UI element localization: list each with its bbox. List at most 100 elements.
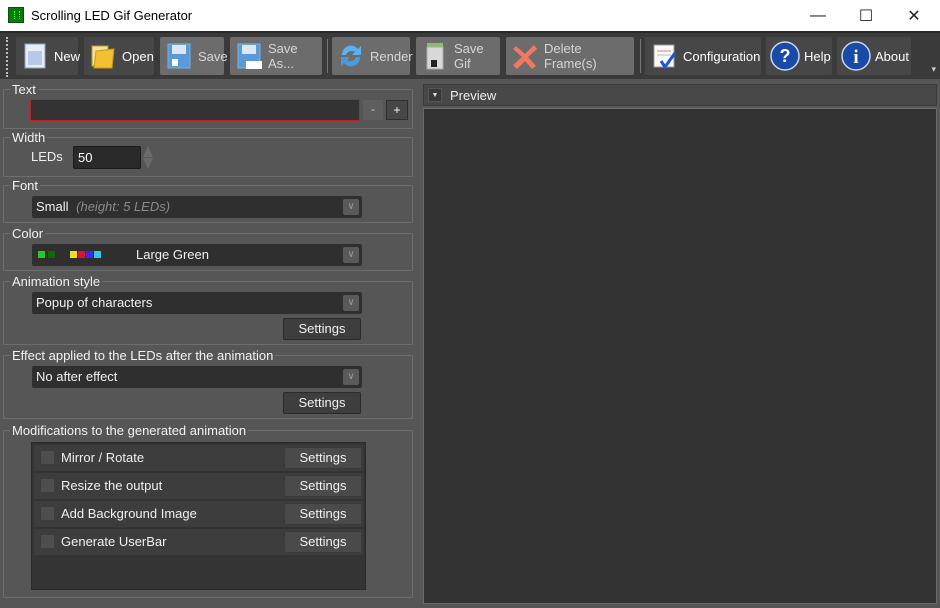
width-group-label: Width bbox=[10, 130, 48, 145]
save-as-icon bbox=[234, 41, 264, 71]
background-image-checkbox[interactable] bbox=[41, 507, 54, 520]
settings-panel: Text - + Width LEDs Font Small (height: … bbox=[0, 81, 418, 608]
help-label: Help bbox=[804, 48, 831, 64]
userbar-checkbox[interactable] bbox=[41, 535, 54, 548]
swatch-dark-green bbox=[48, 251, 55, 258]
toolbar-grip[interactable] bbox=[6, 37, 11, 77]
spin-down-icon[interactable] bbox=[143, 158, 153, 169]
mirror-rotate-settings-button[interactable]: Settings bbox=[284, 447, 362, 469]
title-bar: Scrolling LED Gif Generator — ☐ ✕ bbox=[0, 0, 940, 31]
toolbar: New Open Save Save As... Render Save Gif bbox=[0, 31, 940, 79]
collapse-arrow-icon[interactable]: ▼ bbox=[428, 88, 442, 102]
about-label: About bbox=[875, 48, 909, 64]
preview-header: ▼ Preview bbox=[423, 84, 937, 106]
modifications-group: Modifications to the generated animation… bbox=[3, 423, 413, 598]
save-gif-label: Save Gif bbox=[454, 41, 484, 71]
chevron-down-icon[interactable]: ∨ bbox=[343, 295, 359, 311]
minimize-button[interactable]: — bbox=[795, 0, 841, 31]
after-effect-group: Effect applied to the LEDs after the ani… bbox=[3, 348, 413, 419]
window-title: Scrolling LED Gif Generator bbox=[31, 8, 193, 23]
toolbar-overflow-button[interactable]: ▾ bbox=[931, 64, 936, 75]
resize-output-label: Resize the output bbox=[61, 478, 163, 493]
swatch-yellow bbox=[70, 251, 77, 258]
after-effect-select[interactable]: No after effect ∨ bbox=[32, 366, 362, 388]
resize-output-checkbox[interactable] bbox=[41, 479, 54, 492]
swatch-red bbox=[78, 251, 85, 258]
after-effect-value: No after effect bbox=[36, 369, 118, 384]
preview-canvas bbox=[423, 108, 937, 604]
userbar-settings-button[interactable]: Settings bbox=[284, 531, 362, 553]
swatch-blue bbox=[86, 251, 93, 258]
info-icon: i bbox=[841, 41, 871, 71]
new-label: New bbox=[54, 48, 81, 64]
resize-output-settings-button[interactable]: Settings bbox=[284, 475, 362, 497]
background-image-settings-button[interactable]: Settings bbox=[284, 503, 362, 525]
save-as-button[interactable]: Save As... bbox=[230, 37, 322, 75]
userbar-label: Generate UserBar bbox=[61, 534, 167, 549]
add-line-button[interactable]: + bbox=[386, 100, 408, 120]
font-select[interactable]: Small (height: 5 LEDs) ∨ bbox=[32, 196, 362, 218]
remove-line-button[interactable]: - bbox=[363, 100, 383, 120]
help-button[interactable]: ? Help bbox=[766, 37, 832, 75]
mirror-rotate-label: Mirror / Rotate bbox=[61, 450, 145, 465]
modification-row: Mirror / Rotate Settings bbox=[34, 445, 363, 471]
modifications-label: Modifications to the generated animation bbox=[10, 423, 249, 438]
delete-frames-label: Delete Frame(s) bbox=[544, 41, 597, 71]
mirror-rotate-checkbox[interactable] bbox=[41, 451, 54, 464]
modification-row: Resize the output Settings bbox=[34, 473, 363, 499]
font-group: Font Small (height: 5 LEDs) ∨ bbox=[3, 178, 413, 223]
animation-style-label: Animation style bbox=[10, 274, 103, 289]
svg-text:?: ? bbox=[780, 46, 791, 66]
color-name: Large Green bbox=[136, 247, 209, 262]
about-button[interactable]: i About bbox=[837, 37, 911, 75]
help-question-icon: ? bbox=[770, 41, 800, 71]
color-group: Color Large Green ∨ bbox=[3, 226, 413, 271]
font-name: Small bbox=[36, 199, 69, 214]
animation-style-select[interactable]: Popup of characters ∨ bbox=[32, 292, 362, 314]
preview-panel: ▼ Preview bbox=[421, 81, 940, 608]
checklist-icon bbox=[649, 41, 679, 71]
text-group-label: Text bbox=[10, 82, 38, 97]
delete-frames-button[interactable]: Delete Frame(s) bbox=[506, 37, 634, 75]
svg-text:i: i bbox=[853, 47, 858, 68]
animation-settings-button[interactable]: Settings bbox=[283, 318, 361, 340]
folder-icon bbox=[88, 41, 118, 71]
modification-row: Generate UserBar Settings bbox=[34, 529, 363, 555]
save-label: Save bbox=[198, 48, 228, 64]
toolbar-separator bbox=[327, 39, 328, 73]
maximize-button[interactable]: ☐ bbox=[843, 0, 889, 31]
chevron-down-icon[interactable]: ∨ bbox=[343, 247, 359, 263]
save-gif-icon bbox=[420, 41, 450, 71]
refresh-icon bbox=[336, 41, 366, 71]
after-effect-settings-button[interactable]: Settings bbox=[283, 392, 361, 414]
render-label: Render bbox=[370, 48, 413, 64]
save-as-label: Save As... bbox=[268, 41, 298, 71]
spin-up-icon[interactable] bbox=[143, 146, 153, 157]
font-group-label: Font bbox=[10, 178, 41, 193]
background-image-label: Add Background Image bbox=[61, 506, 197, 521]
configuration-button[interactable]: Configuration bbox=[645, 37, 761, 75]
modifications-list: Mirror / Rotate Settings Resize the outp… bbox=[31, 442, 366, 590]
new-button[interactable]: New bbox=[16, 37, 81, 75]
save-gif-button[interactable]: Save Gif bbox=[416, 37, 500, 75]
color-select[interactable]: Large Green ∨ bbox=[32, 244, 362, 266]
new-document-icon bbox=[20, 41, 50, 71]
font-height-hint: (height: 5 LEDs) bbox=[76, 199, 171, 214]
leds-width-input[interactable] bbox=[73, 146, 141, 169]
open-button[interactable]: Open bbox=[84, 37, 154, 75]
toolbar-separator bbox=[640, 39, 641, 73]
text-input[interactable] bbox=[30, 99, 360, 121]
open-label: Open bbox=[122, 48, 154, 64]
color-group-label: Color bbox=[10, 226, 46, 241]
save-button[interactable]: Save bbox=[160, 37, 228, 75]
modification-row: Add Background Image Settings bbox=[34, 501, 363, 527]
preview-title: Preview bbox=[450, 88, 497, 103]
render-button[interactable]: Render bbox=[332, 37, 413, 75]
chevron-down-icon[interactable]: ∨ bbox=[343, 369, 359, 385]
chevron-down-icon[interactable]: ∨ bbox=[343, 199, 359, 215]
leds-label: LEDs bbox=[31, 149, 63, 164]
animation-style-group: Animation style Popup of characters ∨ Se… bbox=[3, 274, 413, 345]
leds-spinner[interactable] bbox=[143, 146, 153, 169]
close-button[interactable]: ✕ bbox=[891, 0, 937, 31]
configuration-label: Configuration bbox=[683, 48, 761, 64]
